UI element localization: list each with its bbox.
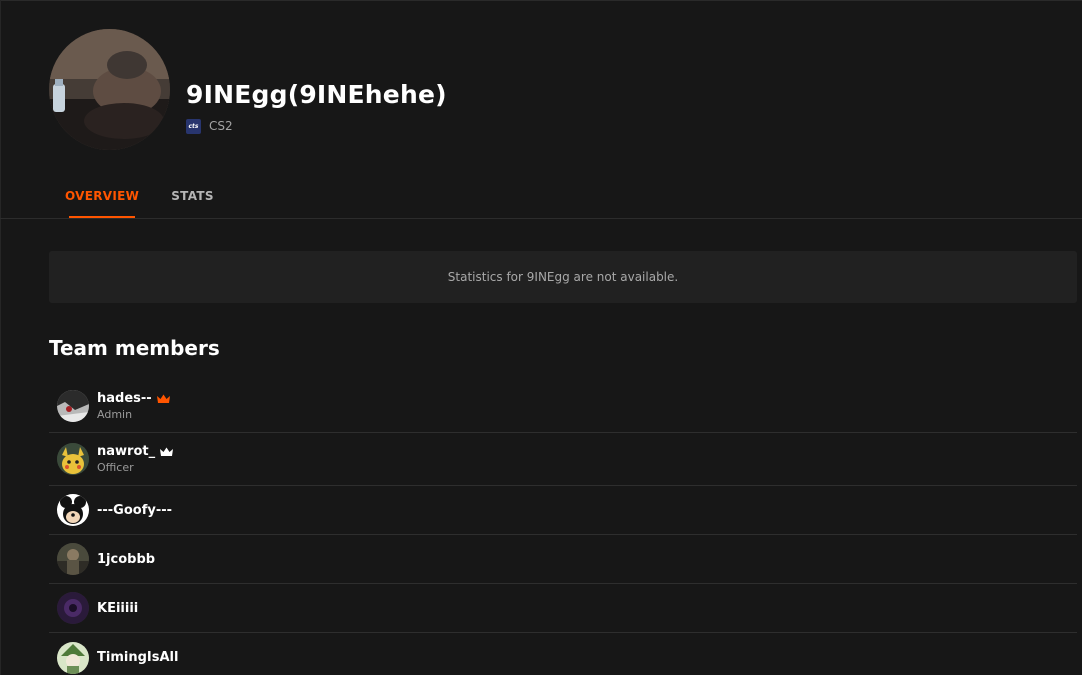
member-name: nawrot_: [97, 444, 156, 459]
member-name: TimingIsAll: [97, 650, 179, 665]
member-avatar: [57, 543, 89, 575]
member-name: ---Goofy---: [97, 502, 173, 518]
tabs-divider: [0, 218, 1082, 219]
member-role: Admin: [97, 408, 133, 421]
member-name: KEiiiii: [97, 600, 139, 616]
white-crown-icon: [160, 447, 174, 456]
member-row[interactable]: nawrot_ Officer: [49, 433, 1077, 486]
member-role: Officer: [97, 461, 134, 474]
member-avatar: [57, 641, 89, 674]
tab-bar: OVERVIEW STATS: [49, 178, 230, 218]
member-avatar: [57, 494, 89, 526]
team-avatar: [49, 29, 170, 150]
member-row[interactable]: 1jcobbb: [49, 535, 1077, 584]
member-name: hades--: [97, 391, 152, 406]
game-label: CS2: [209, 119, 233, 133]
member-row[interactable]: TimingIsAll: [49, 633, 1077, 675]
orange-crown-icon: [156, 394, 170, 403]
tab-stats[interactable]: STATS: [155, 178, 230, 218]
member-row[interactable]: KEiiiii: [49, 584, 1077, 633]
game-row: cts CS2: [186, 118, 233, 134]
team-name: 9INEgg(9INEhehe): [186, 80, 447, 109]
member-avatar: [57, 390, 89, 422]
members-list: hades-- Admin nawrot_ Officer ---Goofy--…: [49, 380, 1077, 675]
section-title: Team members: [49, 336, 220, 360]
stats-unavailable-notice: Statistics for 9INEgg are not available.: [49, 251, 1077, 303]
left-border: [0, 0, 1, 675]
top-border: [0, 0, 1082, 1]
tab-overview[interactable]: OVERVIEW: [49, 178, 155, 218]
member-row[interactable]: hades-- Admin: [49, 380, 1077, 433]
member-row[interactable]: ---Goofy---: [49, 486, 1077, 535]
dog-photo-avatar: [49, 29, 170, 150]
cs2-game-icon: cts: [186, 118, 201, 134]
member-avatar: [57, 592, 89, 624]
member-avatar: [57, 443, 89, 475]
member-name: 1jcobbb: [97, 551, 156, 567]
